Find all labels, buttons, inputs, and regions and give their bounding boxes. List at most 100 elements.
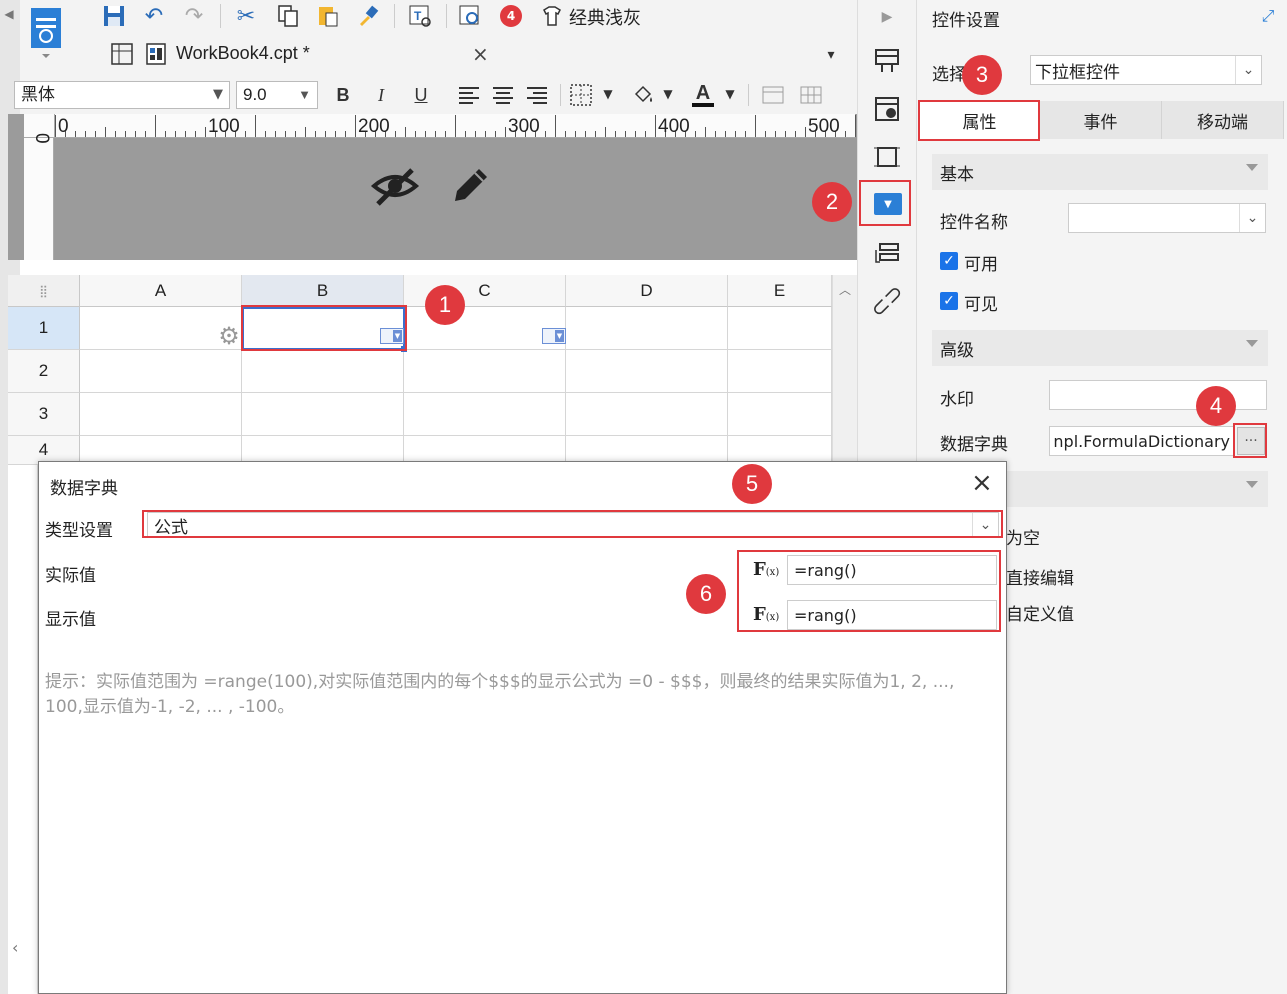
scroll-left-icon[interactable]: ‹ [12, 938, 18, 957]
copy-icon[interactable] [274, 2, 302, 30]
align-left-icon[interactable] [456, 82, 482, 108]
font-color-icon[interactable]: A [690, 80, 716, 108]
data-dictionary-field[interactable]: npl.FormulaDictionary [1049, 426, 1235, 456]
grid-cell[interactable] [728, 393, 832, 436]
dialog-title: 数据字典 [50, 479, 118, 499]
ruler-tick [505, 127, 506, 137]
data-dictionary-dialog: 数据字典 × 类型设置 公式 ⌄ 实际值 F(x) =rang() 显示值 F(x… [38, 461, 1007, 994]
text-frame-icon[interactable]: T [406, 2, 434, 30]
ruler-tick [85, 131, 86, 137]
widget-name-field[interactable]: ⌄ [1068, 203, 1266, 233]
collapse-left-icon[interactable]: ◀ [2, 4, 16, 24]
grid-cell[interactable] [80, 350, 242, 393]
expand-right-icon[interactable]: ▶ [876, 6, 898, 28]
ruler-tick [615, 131, 616, 137]
preview-icon[interactable] [456, 2, 484, 30]
panel-expand-icon[interactable]: ⤢ [1258, 6, 1278, 26]
enabled-checkbox[interactable]: ✓ [940, 252, 958, 270]
tab-menu-icon[interactable]: ▾ [820, 44, 842, 66]
ruler-tick [715, 131, 716, 137]
paste-icon[interactable] [314, 2, 342, 30]
column-header-d[interactable]: D [566, 275, 728, 307]
column-header-a[interactable]: A [80, 275, 242, 307]
step-badge-4: 4 [1196, 386, 1236, 426]
row-header-1[interactable]: 1 [8, 307, 80, 350]
gear-icon[interactable]: ⚙ [216, 322, 242, 350]
step-badge-6: 6 [686, 574, 726, 614]
cell-element-icon[interactable] [872, 94, 902, 124]
chevron-down-icon[interactable]: ▼ [722, 84, 738, 104]
underline-button[interactable]: U [408, 82, 434, 108]
grid-cell[interactable] [404, 350, 566, 393]
split-cells-icon[interactable] [798, 82, 824, 108]
ruler-tick [475, 131, 476, 137]
cell-attr-icon[interactable] [872, 46, 902, 76]
hide-eye-icon[interactable] [368, 164, 422, 208]
undo-icon[interactable]: ↶ [140, 2, 168, 30]
row-header-2[interactable]: 2 [8, 350, 80, 393]
format-painter-icon[interactable] [354, 2, 382, 30]
document-tab-close[interactable]: × [472, 42, 489, 66]
widget-type-select[interactable]: 下拉框控件 ⌄ [1030, 55, 1262, 85]
template-icon[interactable] [28, 6, 64, 58]
fill-color-icon[interactable] [630, 82, 656, 108]
theme-name[interactable]: 经典浅灰 [569, 4, 641, 30]
font-size-select[interactable]: 9.0 ▼ [236, 81, 318, 109]
condition-attr-icon[interactable] [872, 238, 902, 268]
visible-checkbox[interactable]: ✓ [940, 292, 958, 310]
tab-events[interactable]: 事件 [1040, 101, 1162, 139]
ruler-tick [245, 131, 246, 137]
grid-cell[interactable] [728, 307, 832, 350]
document-tab-title[interactable]: WorkBook4.cpt * [176, 43, 310, 64]
ruler-label: 100 [208, 116, 240, 137]
highlight-properties-tab [918, 100, 1040, 141]
italic-button[interactable]: I [368, 82, 394, 108]
actual-value-label: 实际值 [45, 566, 96, 586]
grid-cell[interactable] [566, 307, 728, 350]
align-center-icon[interactable] [490, 82, 516, 108]
tab-mobile[interactable]: 移动端 [1162, 101, 1284, 139]
chevron-down-icon[interactable]: ▼ [600, 84, 616, 104]
ruler-tick [335, 131, 336, 137]
widget-type-value: 下拉框控件 [1035, 62, 1120, 83]
section-basic[interactable]: 基本 [932, 154, 1268, 190]
align-right-icon[interactable] [524, 82, 550, 108]
column-header-e[interactable]: E [728, 275, 832, 307]
cut-icon[interactable]: ✂ [232, 2, 260, 30]
font-name-select[interactable]: 黑体 ▼ [14, 81, 230, 109]
grid-cell[interactable] [566, 350, 728, 393]
border-icon[interactable] [568, 82, 594, 108]
row-header-3[interactable]: 3 [8, 393, 80, 436]
section-collapsed[interactable] [1006, 471, 1268, 507]
dropdown-widget-icon[interactable]: ▼ [542, 328, 566, 344]
font-name-value: 黑体 [21, 85, 55, 105]
grid-cell[interactable] [728, 350, 832, 393]
grid-cell[interactable] [404, 393, 566, 436]
ruler-tick [455, 115, 456, 137]
column-header-b[interactable]: B [242, 275, 404, 307]
grid-layout-icon[interactable] [110, 42, 134, 66]
bold-button[interactable]: B [330, 82, 356, 108]
ruler-tick [425, 131, 426, 137]
grid-cell[interactable] [566, 393, 728, 436]
ruler-tick [55, 115, 56, 137]
chevron-down-icon[interactable]: ▼ [660, 84, 676, 104]
redo-icon[interactable]: ↷ [180, 2, 208, 30]
ruler-tick [165, 131, 166, 137]
merge-cells-icon[interactable] [760, 82, 786, 108]
edit-pencil-icon[interactable] [444, 162, 494, 208]
dialog-close-button[interactable]: × [971, 468, 993, 498]
grid-cell[interactable] [80, 393, 242, 436]
frame-icon[interactable] [872, 142, 902, 172]
scroll-up-icon[interactable]: ︿ [833, 281, 857, 298]
notification-badge[interactable]: 4 [500, 5, 522, 27]
vertical-scrollbar[interactable]: ︿ [832, 275, 857, 465]
ruler-label: 500 [808, 116, 840, 137]
section-advanced[interactable]: 高级 [932, 330, 1268, 366]
select-all-corner[interactable]: ⣿ [8, 275, 80, 307]
save-icon[interactable] [100, 2, 128, 30]
grid-cell[interactable] [242, 350, 404, 393]
grid-cell[interactable] [242, 393, 404, 436]
section-basic-title: 基本 [940, 164, 974, 185]
shirt-theme-icon[interactable] [538, 2, 566, 30]
